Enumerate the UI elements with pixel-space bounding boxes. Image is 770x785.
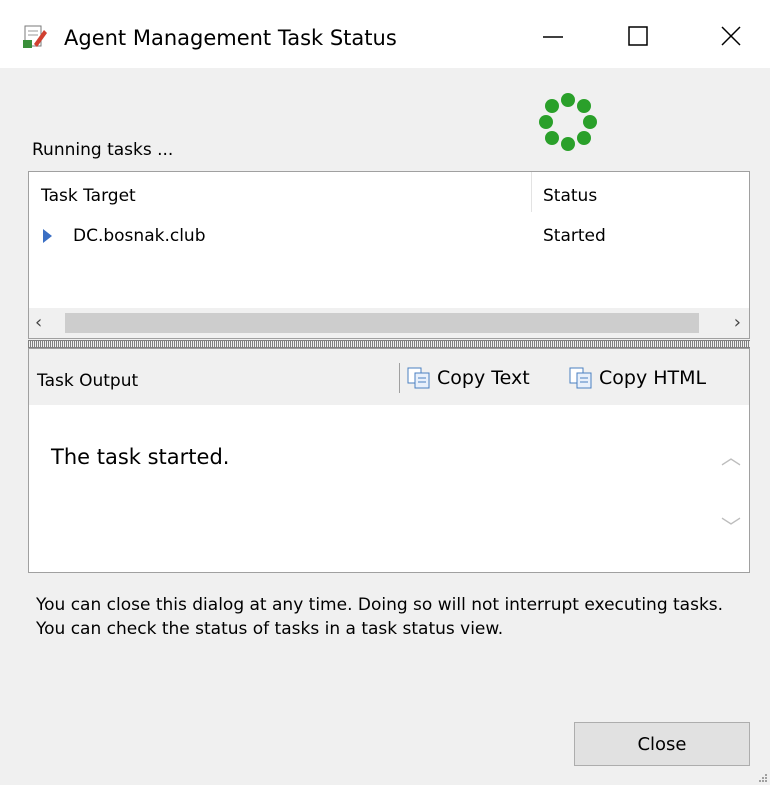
task-grid: Task Target Status DC.bosnak.club Starte…	[28, 171, 750, 339]
output-text-area[interactable]: The task started. ︿ ﹀	[29, 405, 749, 572]
expand-arrow-icon[interactable]	[43, 229, 52, 243]
scroll-up-icon[interactable]: ︿	[721, 441, 741, 470]
output-message: The task started.	[51, 445, 230, 469]
row-status: Started	[543, 226, 606, 246]
copy-icon	[569, 367, 592, 389]
title-bar: Agent Management Task Status	[0, 0, 770, 68]
column-divider[interactable]	[531, 172, 532, 212]
maximize-icon	[628, 26, 648, 46]
task-status-icon	[22, 24, 48, 50]
task-output-panel: Task Output Copy Text Copy HTML The task…	[28, 348, 750, 573]
scrollbar-thumb[interactable]	[65, 313, 699, 333]
close-button[interactable]: Close	[574, 722, 750, 766]
copy-text-label: Copy Text	[437, 367, 530, 389]
running-tasks-label: Running tasks ...	[32, 140, 174, 160]
output-title: Task Output	[37, 371, 139, 391]
scroll-right-icon[interactable]: ›	[734, 312, 741, 333]
copy-html-button[interactable]: Copy HTML	[569, 367, 706, 389]
dialog-window: Agent Management Task Status Running tas…	[0, 0, 770, 785]
minimize-button[interactable]	[525, 10, 581, 62]
pane-splitter[interactable]	[28, 340, 750, 348]
output-toolbar: Task Output Copy Text Copy HTML	[29, 349, 749, 406]
scroll-down-icon[interactable]: ﹀	[721, 511, 741, 540]
resize-grip-icon[interactable]	[758, 773, 768, 783]
progress-spinner-icon	[539, 93, 597, 151]
table-row[interactable]: DC.bosnak.club Started	[29, 222, 749, 252]
info-text: You can close this dialog at any time. D…	[36, 595, 724, 639]
minimize-icon	[543, 36, 563, 38]
copy-html-label: Copy HTML	[599, 367, 707, 389]
column-header-status[interactable]: Status	[543, 186, 597, 206]
scroll-left-icon[interactable]: ‹	[35, 312, 42, 333]
copy-icon	[407, 367, 430, 389]
grid-header: Task Target Status	[29, 172, 749, 212]
row-task-target: DC.bosnak.club	[73, 226, 206, 246]
close-window-button[interactable]	[703, 10, 759, 62]
close-icon	[721, 26, 741, 46]
maximize-button[interactable]	[610, 10, 666, 62]
column-header-task-target[interactable]: Task Target	[41, 186, 136, 206]
toolbar-separator	[399, 363, 400, 393]
window-title: Agent Management Task Status	[64, 26, 397, 50]
horizontal-scrollbar[interactable]: ‹ ›	[29, 308, 749, 338]
copy-text-button[interactable]: Copy Text	[407, 367, 530, 389]
